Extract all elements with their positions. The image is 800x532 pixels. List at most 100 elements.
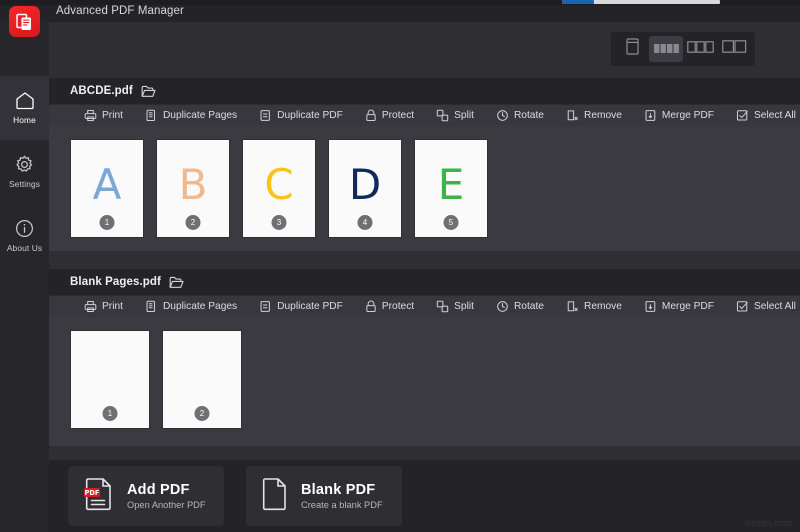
sidebar-item-label: About Us — [6, 243, 43, 253]
page-letter: B — [178, 159, 208, 209]
action-title: Add PDF — [127, 482, 190, 498]
three-column-icon — [686, 40, 714, 58]
view-btn-two-column[interactable] — [717, 36, 751, 62]
page-number-badge: 3 — [271, 215, 287, 230]
sidebar-item-label: Home — [13, 115, 36, 125]
page-number-badge: 1 — [102, 406, 118, 421]
open-folder-icon[interactable] — [141, 85, 156, 98]
view-btn-three-column[interactable] — [683, 36, 717, 62]
tool-label: Duplicate PDF — [277, 301, 343, 312]
tool-label: Duplicate Pages — [162, 301, 238, 312]
tool-label: Duplicate Pages — [162, 110, 238, 121]
duplicate-pages-button[interactable]: Duplicate Pages — [134, 105, 248, 127]
rotate-button[interactable]: Rotate — [485, 105, 555, 127]
top-strip — [0, 0, 800, 5]
page-thumbnail[interactable]: 1 — [71, 331, 149, 428]
page-thumbnail[interactable]: 2 — [163, 331, 241, 428]
document-toolbar: Print Duplicate Pages Duplicate PDF Prot… — [49, 104, 800, 126]
document-section: ABCDE.pdf Print Duplicate Pages Duplicat… — [49, 78, 800, 251]
loading-progress-bar[interactable] — [562, 0, 720, 4]
sidebar-item-settings[interactable]: Settings — [0, 140, 49, 204]
tool-label: Protect — [381, 301, 415, 312]
tool-label: Remove — [583, 110, 622, 121]
sidebar-item-home[interactable]: Home — [0, 76, 49, 140]
page-thumbnail[interactable]: D 4 — [329, 140, 401, 237]
list-rows-icon — [653, 40, 679, 58]
view-mode-toggle-group — [611, 32, 755, 66]
tool-label: Split — [454, 110, 474, 121]
tool-label: Rotate — [513, 110, 544, 121]
application-window: Advanced PDF Manager Home Settings About… — [0, 0, 800, 532]
document-header: Blank Pages.pdf — [49, 269, 800, 295]
remove-button[interactable]: Remove — [555, 105, 633, 127]
select-all-button[interactable]: Select All — [725, 296, 800, 318]
blank-page-icon — [262, 477, 288, 516]
page-number-badge: 2 — [185, 215, 201, 230]
page-thumbnail-grid: A 1 B 2 C 3 D 4 E 5 — [49, 126, 800, 251]
page-letter: E — [437, 159, 465, 209]
page-thumbnail[interactable]: C 3 — [243, 140, 315, 237]
action-subtitle: Create a blank PDF — [301, 500, 383, 510]
print-button[interactable]: Print — [73, 105, 134, 127]
view-btn-single-page[interactable] — [615, 36, 649, 62]
blank-pdf-button[interactable]: Blank PDF Create a blank PDF — [246, 466, 402, 526]
tool-label: Print — [102, 301, 123, 312]
tool-label: Select All — [754, 301, 796, 312]
watermark: wsxdn.com — [744, 518, 792, 528]
document-section: Blank Pages.pdf Print Duplicate Pages Du… — [49, 269, 800, 446]
merge-pdf-button[interactable]: Merge PDF — [633, 296, 725, 318]
tool-label: Split — [454, 301, 474, 312]
protect-button[interactable]: Protect — [354, 105, 425, 127]
page-thumbnail[interactable]: B 2 — [157, 140, 229, 237]
page-thumbnail[interactable]: A 1 — [71, 140, 143, 237]
window-title: Advanced PDF Manager — [56, 5, 184, 17]
loading-progress-fill — [562, 0, 594, 4]
home-icon — [15, 91, 35, 110]
page-thumbnail-grid: 1 2 — [49, 317, 800, 446]
duplicate-pages-button[interactable]: Duplicate Pages — [134, 296, 248, 318]
print-button[interactable]: Print — [73, 296, 134, 318]
svg-text:PDF: PDF — [85, 489, 100, 497]
tool-label: Merge PDF — [661, 110, 714, 121]
rotate-button[interactable]: Rotate — [485, 296, 555, 318]
add-pdf-button[interactable]: PDF Add PDF Open Another PDF — [68, 466, 224, 526]
document-filename: Blank Pages.pdf — [70, 276, 161, 288]
two-column-icon — [721, 40, 747, 58]
duplicate-pdf-button[interactable]: Duplicate PDF — [248, 105, 354, 127]
page-thumbnail[interactable]: E 5 — [415, 140, 487, 237]
split-button[interactable]: Split — [425, 296, 485, 318]
main-content: ABCDE.pdf Print Duplicate Pages Duplicat… — [49, 22, 800, 532]
page-number-badge: 5 — [443, 215, 459, 230]
app-logo-icon — [9, 6, 40, 37]
sidebar-item-about-us[interactable]: About Us — [0, 204, 49, 268]
page-letter: D — [348, 159, 382, 209]
tool-label: Remove — [583, 301, 622, 312]
page-number-badge: 4 — [357, 215, 373, 230]
sidebar-item-label: Settings — [8, 179, 41, 189]
bottom-action-bar: PDF Add PDF Open Another PDF Blank PDF C… — [49, 460, 800, 532]
tool-label: Rotate — [513, 301, 544, 312]
page-number-badge: 1 — [99, 215, 115, 230]
page-letter: A — [92, 159, 122, 209]
view-btn-list[interactable] — [649, 36, 683, 62]
split-button[interactable]: Split — [425, 105, 485, 127]
protect-button[interactable]: Protect — [354, 296, 425, 318]
page-number-badge: 2 — [194, 406, 210, 421]
open-folder-icon[interactable] — [169, 276, 184, 289]
gear-icon — [15, 155, 34, 174]
select-all-button[interactable]: Select All — [725, 105, 800, 127]
merge-pdf-button[interactable]: Merge PDF — [633, 105, 725, 127]
tool-label: Merge PDF — [661, 301, 714, 312]
action-title: Blank PDF — [301, 482, 376, 498]
tool-label: Duplicate PDF — [277, 110, 343, 121]
tool-label: Select All — [754, 110, 796, 121]
tool-label: Print — [102, 110, 123, 121]
duplicate-pdf-button[interactable]: Duplicate PDF — [248, 296, 354, 318]
info-circle-icon — [15, 219, 34, 238]
page-letter: C — [264, 159, 294, 209]
document-filename: ABCDE.pdf — [70, 85, 133, 97]
document-header: ABCDE.pdf — [49, 78, 800, 104]
pdf-file-add-icon: PDF — [84, 477, 114, 516]
single-column-icon — [625, 38, 639, 60]
remove-button[interactable]: Remove — [555, 296, 633, 318]
